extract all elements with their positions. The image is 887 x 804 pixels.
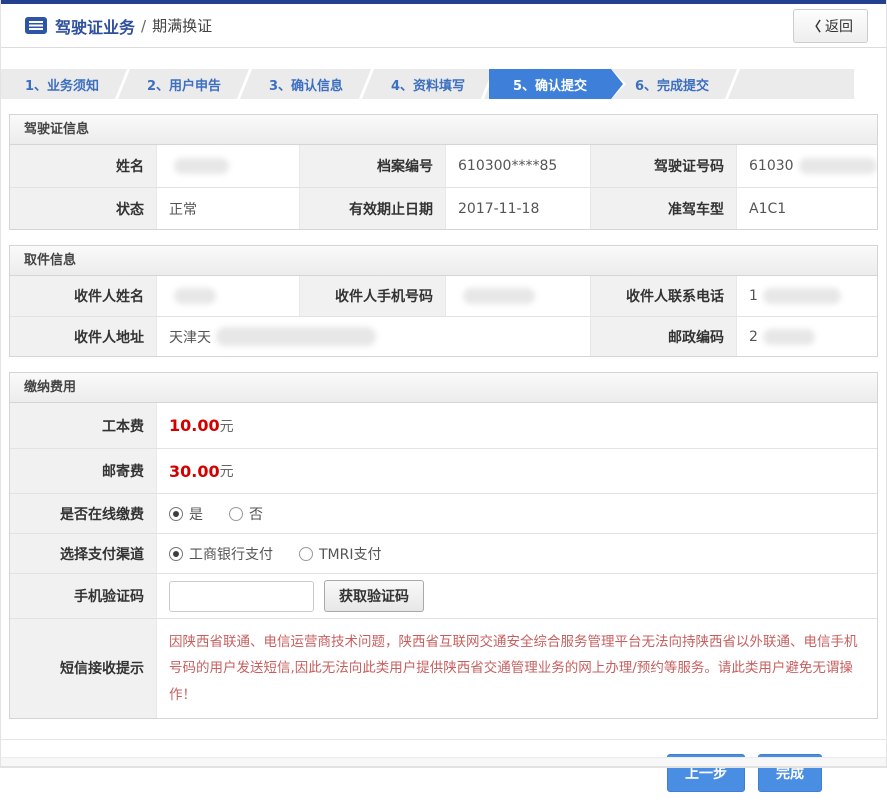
redacted-mobile bbox=[463, 288, 535, 304]
license-section-title: 驾驶证信息 bbox=[10, 115, 877, 145]
vehicle-type-value: A1C1 bbox=[737, 187, 877, 229]
sms-code-input[interactable] bbox=[169, 580, 314, 612]
online-pay-option-yes[interactable]: 是 bbox=[169, 504, 203, 524]
breadcrumb-separator: / bbox=[141, 16, 147, 35]
pay-channel-label: 选择支付渠道 bbox=[10, 533, 157, 573]
footer-actions: 上一步 完成 bbox=[1, 739, 886, 804]
expiry-label: 有效期止日期 bbox=[300, 187, 446, 229]
step-2-user-declaration[interactable]: 2、用户申告 bbox=[123, 69, 245, 99]
breadcrumb-current: 期满换证 bbox=[152, 17, 213, 35]
step-6-complete-submit[interactable]: 6、完成提交 bbox=[611, 69, 733, 99]
recipient-name-value bbox=[157, 276, 300, 316]
get-sms-code-button[interactable]: 获取验证码 bbox=[324, 580, 424, 612]
bottom-strip bbox=[1, 757, 886, 768]
radio-selected-icon[interactable] bbox=[169, 546, 183, 561]
pay-channel-icbc[interactable]: 工商银行支付 bbox=[169, 544, 273, 564]
step-1-business-notes[interactable]: 1、业务须知 bbox=[1, 69, 123, 99]
radio-selected-icon[interactable] bbox=[169, 506, 183, 521]
file-no-value: 610300****85 bbox=[446, 145, 591, 187]
mail-fee-label: 邮寄费 bbox=[10, 448, 157, 493]
redacted-address bbox=[216, 327, 376, 346]
sms-notice-text: 因陕西省联通、电信运营商技术问题，陕西省互联网交通安全综合服务管理平台无法向持陕… bbox=[169, 634, 858, 703]
name-value bbox=[157, 145, 300, 187]
sms-notice-label: 短信接收提示 bbox=[10, 618, 157, 718]
recipient-address-value: 天津天 bbox=[157, 316, 591, 356]
license-info-section: 驾驶证信息 姓名 档案编号 610300****85 驾驶证号码 61030 状… bbox=[9, 114, 878, 230]
work-fee-amount: 10.00 bbox=[169, 416, 220, 435]
recipient-address-label: 收件人地址 bbox=[10, 316, 157, 356]
status-value: 正常 bbox=[157, 187, 300, 229]
work-fee-unit: 元 bbox=[219, 418, 234, 435]
license-no-value: 61030 bbox=[737, 145, 877, 187]
mail-fee-amount: 30.00 bbox=[169, 461, 220, 481]
step-progress-bar: 1、业务须知 2、用户申告 3、确认信息 4、资料填写 5、确认提交 6、完成提… bbox=[1, 69, 854, 99]
license-no-label: 驾驶证号码 bbox=[591, 145, 737, 187]
work-fee-value: 10.00 元 bbox=[157, 403, 877, 448]
page-header: 驾驶证业务 / 期满换证 〈 返回 bbox=[1, 4, 886, 48]
sms-notice-cell: 因陕西省联通、电信运营商技术问题，陕西省互联网交通安全综合服务管理平台无法向持陕… bbox=[157, 618, 877, 718]
recipient-name-label: 收件人姓名 bbox=[10, 276, 157, 316]
online-pay-options: 是 否 bbox=[157, 493, 877, 533]
step-5-confirm-submit[interactable]: 5、确认提交 bbox=[489, 69, 626, 99]
page-title: 驾驶证业务 bbox=[55, 17, 136, 37]
redacted-postal bbox=[762, 328, 815, 345]
vehicle-type-label: 准驾车型 bbox=[591, 187, 737, 229]
online-pay-label: 是否在线缴费 bbox=[10, 493, 157, 533]
radio-unselected-icon[interactable] bbox=[229, 506, 243, 521]
mail-fee-value: 30.00 元 bbox=[157, 448, 877, 493]
back-button[interactable]: 〈 返回 bbox=[792, 8, 868, 43]
mail-fee-unit: 元 bbox=[219, 464, 234, 480]
recipient-tel-value: 1 bbox=[737, 276, 877, 316]
chevron-left-icon: 〈 bbox=[807, 19, 821, 34]
step-bar-filler bbox=[733, 69, 854, 99]
postal-code-label: 邮政编码 bbox=[591, 316, 737, 356]
pay-channel-tmri[interactable]: TMRI支付 bbox=[299, 544, 382, 564]
fee-section-title: 缴纳费用 bbox=[10, 373, 877, 403]
pickup-info-section: 取件信息 收件人姓名 收件人手机号码 收件人联系电话 1 收件人地址 天津天 邮… bbox=[9, 245, 878, 357]
step-3-confirm-info[interactable]: 3、确认信息 bbox=[245, 69, 367, 99]
redacted-recipient-name bbox=[174, 288, 216, 304]
pay-channel-options: 工商银行支付 TMRI支付 bbox=[157, 533, 877, 573]
back-button-label: 返回 bbox=[825, 17, 853, 34]
status-label: 状态 bbox=[10, 187, 157, 229]
step-4-fill-materials[interactable]: 4、资料填写 bbox=[367, 69, 489, 99]
pickup-section-title: 取件信息 bbox=[10, 246, 877, 276]
payment-fee-section: 缴纳费用 工本费 10.00 元 邮寄费 30.00 元 是否在线缴费 是 否 选择… bbox=[9, 372, 878, 719]
name-label: 姓名 bbox=[10, 145, 157, 187]
list-icon bbox=[25, 17, 47, 34]
redacted-license-no bbox=[798, 158, 877, 174]
redacted-tel bbox=[762, 288, 841, 304]
recipient-mobile-value bbox=[446, 276, 591, 316]
work-fee-label: 工本费 bbox=[10, 403, 157, 448]
file-no-label: 档案编号 bbox=[300, 145, 446, 187]
sms-code-row: 获取验证码 bbox=[157, 573, 877, 618]
sms-code-label: 手机验证码 bbox=[10, 573, 157, 618]
radio-unselected-icon[interactable] bbox=[299, 546, 313, 561]
postal-code-value: 2 bbox=[737, 316, 877, 356]
online-pay-option-no[interactable]: 否 bbox=[229, 504, 263, 524]
recipient-tel-label: 收件人联系电话 bbox=[591, 276, 737, 316]
redacted-name bbox=[174, 158, 229, 174]
recipient-mobile-label: 收件人手机号码 bbox=[300, 276, 446, 316]
expiry-value: 2017-11-18 bbox=[446, 187, 591, 229]
